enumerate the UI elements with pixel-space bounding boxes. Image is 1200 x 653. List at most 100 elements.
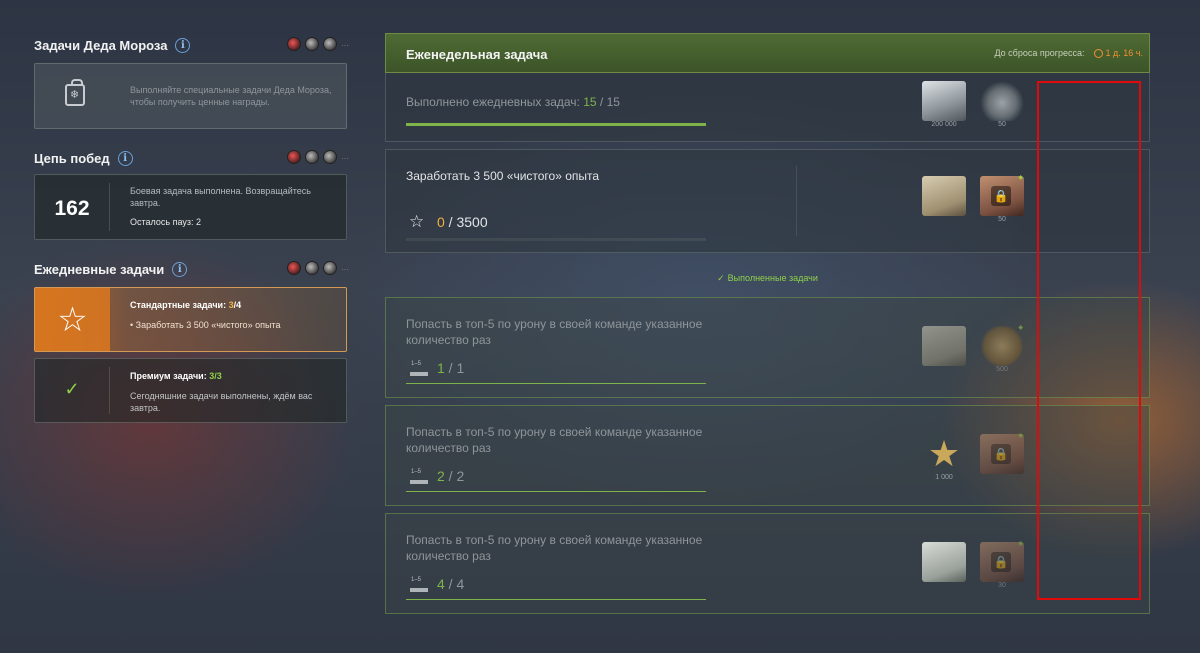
- chain-counter: 162: [54, 197, 90, 220]
- more-icon: …: [341, 39, 349, 48]
- gift-icon: [65, 79, 85, 106]
- silver-icon: [922, 81, 966, 121]
- completed-task-progress: 1 / 1: [437, 360, 464, 376]
- reward-value: 500: [996, 366, 1008, 373]
- premium-total: /3: [214, 371, 222, 381]
- note-icon: [922, 542, 966, 582]
- weekly-rewards: 200 000 50: [921, 81, 1025, 128]
- docs-icon: [922, 176, 966, 216]
- top5-icon: [410, 469, 428, 484]
- star-icon: ☆: [57, 300, 88, 339]
- weekly-label: Выполнено ежедневных задач:: [406, 95, 584, 109]
- chain-text: Боевая задача выполнена. Возвращайтесь з…: [130, 186, 311, 208]
- star-icon-wrap: ☆: [35, 288, 110, 351]
- vehicle-badges: …: [287, 37, 349, 51]
- premium-badge-icon: ◆: [1018, 175, 1023, 181]
- standard-tasks-title: Стандартные задачи: 3/4: [130, 300, 241, 310]
- info-icon[interactable]: i: [117, 150, 133, 166]
- top5-icon: [410, 577, 428, 592]
- reward-item[interactable]: [921, 542, 967, 589]
- star-icon: ★: [927, 433, 961, 474]
- tank-badge-icon: [305, 150, 319, 164]
- premium-badge-icon: ◆: [1018, 541, 1023, 547]
- ded-moroz-text: Выполняйте специальные задачи Деда Мороз…: [130, 85, 332, 107]
- cash-icon: [922, 326, 966, 366]
- tank-badge-icon: [323, 150, 337, 164]
- premium-text: Сегодняшние задачи выполнены, ждём вас з…: [130, 391, 313, 413]
- completed-task-title: Попасть в топ-5 по урону в своей команде…: [406, 425, 703, 455]
- xp-task[interactable]: Заработать 3 500 «чистого» опыта ☆ 0 / 3…: [385, 149, 1150, 253]
- check-icon: ✓: [64, 379, 80, 399]
- standard-tasks-card[interactable]: ☆ Стандартные задачи: 3/4 • Заработать 3…: [34, 287, 347, 352]
- reward-item[interactable]: 🔒 ◆ 50: [979, 175, 1025, 223]
- task-rewards: ◆ 500: [921, 325, 1025, 373]
- task-done: 1: [437, 360, 445, 376]
- lock-icon: 🔒: [991, 444, 1011, 464]
- xp-total: / 3500: [444, 214, 488, 230]
- completed-task[interactable]: Попасть в топ-5 по урону в своей команде…: [385, 405, 1150, 506]
- chain-title: Цепь побед: [34, 150, 110, 166]
- divider: [796, 166, 797, 236]
- xp-progress-bar: [406, 238, 706, 241]
- chain-pauses: Осталось пауз: 2: [130, 217, 201, 227]
- premium-badge-icon: ◆: [1018, 325, 1023, 331]
- reward-item[interactable]: 🔒 ◆ 30: [979, 541, 1025, 589]
- chain-card[interactable]: 162 Боевая задача выполнена. Возвращайте…: [34, 174, 347, 240]
- task-rewards: 🔒 ◆ 30: [921, 541, 1025, 589]
- info-icon[interactable]: i: [175, 37, 191, 53]
- weekly-progress-bar: [406, 123, 706, 126]
- xp-rewards: 🔒 ◆ 50: [921, 175, 1025, 223]
- completed-tasks-text: Выполненные задачи: [727, 273, 818, 283]
- vehicle-badges: …: [287, 150, 349, 164]
- reward-item[interactable]: [921, 176, 967, 223]
- task-done: 4: [437, 576, 445, 592]
- reward-item[interactable]: 200 000: [921, 81, 967, 128]
- completed-task[interactable]: Попасть в топ-5 по урону в своей команде…: [385, 297, 1150, 398]
- weekly-header: Еженедельная задача До сброса прогресса:…: [385, 33, 1150, 73]
- reward-item[interactable]: 50: [979, 81, 1025, 128]
- chain-header: Цепь побед i …: [34, 143, 349, 173]
- reward-item[interactable]: ★ 1 000: [921, 433, 967, 482]
- completed-tasks-label[interactable]: ✓ Выполненные задачи: [385, 273, 1150, 284]
- task-progress-bar: [406, 383, 706, 384]
- reward-item[interactable]: 🔒 ◆: [979, 433, 1025, 481]
- top5-icon: [410, 361, 428, 376]
- completed-task[interactable]: Попасть в топ-5 по урону в своей команде…: [385, 513, 1150, 614]
- reward-item[interactable]: ◆ 500: [979, 325, 1025, 373]
- vehicle-badges: …: [287, 261, 349, 275]
- tank-badge-icon: [287, 261, 301, 275]
- tank-badge-icon: [287, 37, 301, 51]
- clock-icon: [1093, 48, 1103, 58]
- premium-tasks-card[interactable]: ✓ Премиум задачи: 3/3 Сегодняшние задачи…: [34, 358, 347, 423]
- divider: [109, 183, 110, 231]
- tank-badge-icon: [305, 37, 319, 51]
- right-panel: Еженедельная задача До сброса прогресса:…: [385, 33, 1150, 614]
- gears-icon: [980, 81, 1024, 121]
- completed-task-progress: 2 / 2: [437, 468, 464, 484]
- reward-item[interactable]: [921, 326, 967, 373]
- weekly-progress-fill: [406, 123, 706, 126]
- completed-task-title: Попасть в топ-5 по урону в своей команде…: [406, 317, 703, 347]
- star-icon: [980, 326, 1024, 366]
- standard-total: /4: [233, 300, 242, 310]
- lock-icon: 🔒: [991, 186, 1011, 206]
- weekly-done: 15: [583, 95, 597, 109]
- daily-header: Ежедневные задачи i …: [34, 254, 349, 284]
- reward-value: 50: [998, 216, 1006, 223]
- weekly-total: / 15: [596, 95, 620, 109]
- xp-task-progress: 0 / 3500: [437, 214, 488, 230]
- standard-label: Стандартные задачи:: [130, 300, 229, 310]
- tank-badge-icon: [323, 37, 337, 51]
- reward-value: 200 000: [931, 121, 957, 128]
- ded-moroz-card[interactable]: Выполняйте специальные задачи Деда Мороз…: [34, 63, 347, 129]
- weekly-task[interactable]: Выполнено ежедневных задач: 15 / 15 200 …: [385, 73, 1150, 142]
- ded-moroz-title: Задачи Деда Мороза: [34, 37, 168, 53]
- highlight-frame: [1037, 81, 1141, 600]
- reward-value: 30: [998, 582, 1006, 589]
- lock-icon: 🔒: [991, 552, 1011, 572]
- completed-task-title: Попасть в топ-5 по урону в своей команде…: [406, 533, 703, 563]
- info-icon[interactable]: i: [172, 261, 188, 277]
- task-done: 2: [437, 468, 445, 484]
- more-icon: …: [341, 263, 349, 272]
- weekly-title: Еженедельная задача: [406, 47, 548, 62]
